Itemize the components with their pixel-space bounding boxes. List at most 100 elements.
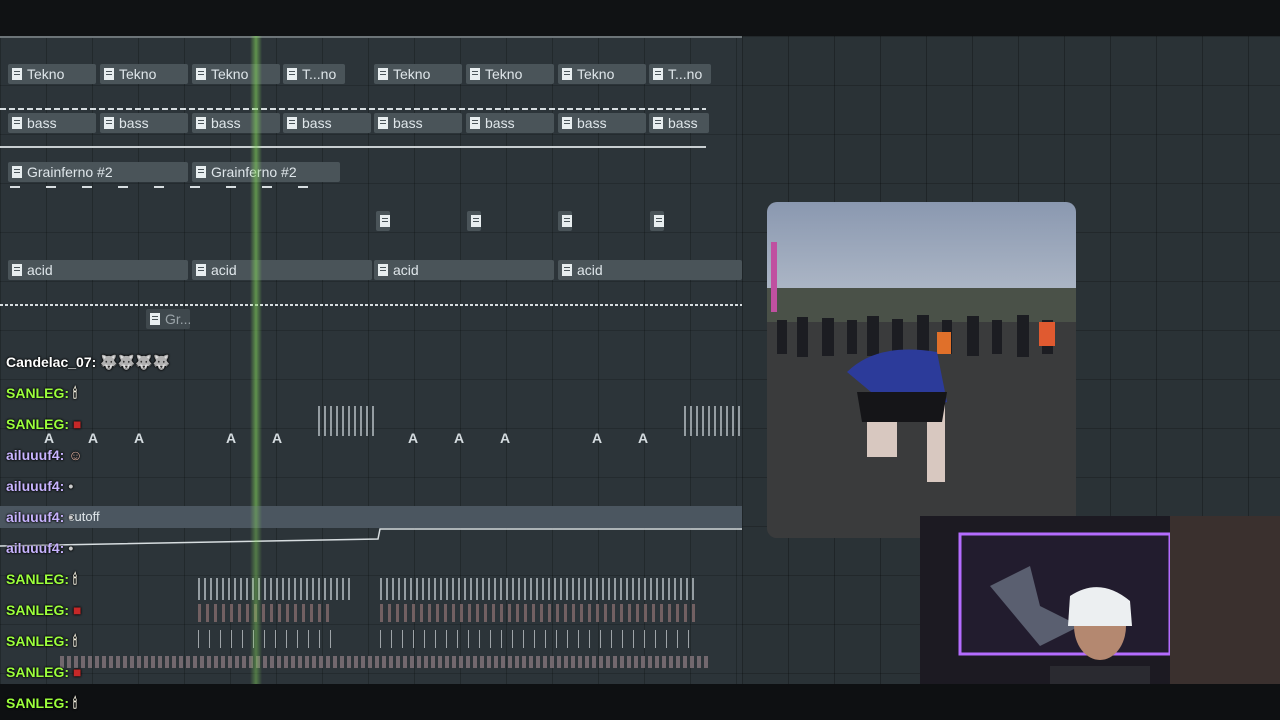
note-marker: A bbox=[408, 430, 419, 446]
clip-bass[interactable]: bass bbox=[283, 113, 371, 133]
clip-tekno[interactable]: Tekno bbox=[374, 64, 462, 84]
chat-username: SANLEG: bbox=[6, 695, 69, 711]
note-marker: A bbox=[272, 430, 283, 446]
red-icon: ■ bbox=[73, 416, 82, 432]
clip-waveform bbox=[0, 146, 706, 148]
chat-message: SANLEG: 🕯 bbox=[6, 695, 77, 712]
chat-message: SANLEG: ■ bbox=[6, 602, 81, 618]
clip-waveform bbox=[10, 186, 330, 188]
clip-tekno[interactable]: Tekno bbox=[100, 64, 188, 84]
clip-icon bbox=[150, 313, 160, 325]
clip-small[interactable] bbox=[376, 211, 390, 231]
clip-small[interactable] bbox=[467, 211, 481, 231]
note-pattern bbox=[380, 604, 698, 622]
clip-tekno[interactable]: Tekno bbox=[8, 64, 96, 84]
clip-grainferno[interactable]: Grainferno #2 bbox=[192, 162, 340, 182]
clip-icon bbox=[471, 215, 481, 227]
clip-icon bbox=[12, 264, 22, 276]
clip-small[interactable] bbox=[558, 211, 572, 231]
note-pattern bbox=[380, 630, 698, 648]
chat-username: Candelac_07: bbox=[6, 354, 97, 370]
clip-icon bbox=[196, 264, 206, 276]
clip-tekno[interactable]: Tekno bbox=[192, 64, 280, 84]
note-marker: A bbox=[592, 430, 603, 446]
face-icon: ☺ bbox=[68, 447, 83, 463]
clip-waveform bbox=[0, 108, 706, 110]
candle-icon: 🕯 bbox=[73, 633, 77, 649]
chat-username: SANLEG: bbox=[6, 602, 69, 618]
clip-icon bbox=[378, 264, 388, 276]
note-pattern bbox=[684, 406, 742, 436]
clip-icon bbox=[653, 68, 663, 80]
chat-message: ailuuuf4: • bbox=[6, 509, 73, 525]
clip-icon bbox=[12, 166, 22, 178]
clip-bass[interactable]: bass bbox=[374, 113, 462, 133]
clip-acid[interactable]: acid bbox=[8, 260, 188, 280]
top-bar bbox=[0, 0, 1280, 36]
small-icon: • bbox=[68, 509, 74, 525]
clip-icon bbox=[104, 68, 114, 80]
automation-clip[interactable]: cutoff bbox=[0, 506, 742, 528]
clip-bass[interactable]: bass bbox=[100, 113, 188, 133]
chat-username: ailuuuf4: bbox=[6, 540, 65, 556]
chat-username: SANLEG: bbox=[6, 633, 69, 649]
clip-gr[interactable]: Gr... bbox=[146, 309, 190, 329]
chat-message: Candelac_07: 🐺🐺🐺🐺 bbox=[6, 354, 170, 371]
note-marker: A bbox=[638, 430, 649, 446]
note-pattern bbox=[380, 578, 698, 600]
clip-small[interactable] bbox=[650, 211, 664, 231]
note-marker: A bbox=[44, 430, 55, 446]
video-overlay bbox=[767, 202, 1076, 538]
clip-icon bbox=[562, 264, 572, 276]
clip-icon bbox=[562, 117, 572, 129]
small-icon: • bbox=[68, 540, 74, 556]
clip-icon bbox=[196, 166, 206, 178]
chat-username: ailuuuf4: bbox=[6, 509, 65, 525]
clip-icon bbox=[470, 117, 480, 129]
chat-username: ailuuuf4: bbox=[6, 478, 65, 494]
chat-message: SANLEG: ■ bbox=[6, 664, 81, 680]
note-pattern bbox=[198, 630, 334, 648]
chat-message: SANLEG: 🕯 bbox=[6, 385, 77, 402]
red-icon: ■ bbox=[73, 602, 82, 618]
note-pattern bbox=[318, 406, 376, 436]
clip-tekno[interactable]: T...no bbox=[649, 64, 711, 84]
clip-tekno[interactable]: T...no bbox=[283, 64, 345, 84]
clip-bass[interactable]: bass bbox=[8, 113, 96, 133]
chat-username: SANLEG: bbox=[6, 416, 69, 432]
clip-acid[interactable]: acid bbox=[374, 260, 554, 280]
clip-bass[interactable]: bass bbox=[558, 113, 646, 133]
note-marker: A bbox=[454, 430, 465, 446]
chat-username: SANLEG: bbox=[6, 571, 69, 587]
clip-icon bbox=[12, 117, 22, 129]
clip-grainferno[interactable]: Grainferno #2 bbox=[8, 162, 188, 182]
clip-tekno[interactable]: Tekno bbox=[466, 64, 554, 84]
playhead[interactable] bbox=[250, 36, 262, 506]
playhead-lower bbox=[250, 506, 262, 684]
chat-username: SANLEG: bbox=[6, 664, 69, 680]
note-marker: A bbox=[500, 430, 511, 446]
chat-message: SANLEG: 🕯 bbox=[6, 633, 77, 650]
chat-message: ailuuuf4: • bbox=[6, 478, 73, 494]
note-pattern bbox=[60, 656, 708, 668]
clip-bass[interactable]: bass bbox=[192, 113, 280, 133]
clip-icon bbox=[12, 68, 22, 80]
clip-icon bbox=[562, 215, 572, 227]
note-pattern bbox=[198, 578, 354, 600]
clip-bass[interactable]: bass bbox=[649, 113, 709, 133]
clip-bass[interactable]: bass bbox=[466, 113, 554, 133]
chat-message: ailuuuf4: • bbox=[6, 540, 73, 556]
clip-icon bbox=[378, 117, 388, 129]
note-marker: A bbox=[134, 430, 145, 446]
candle-icon: 🕯 bbox=[73, 385, 77, 401]
small-icon: • bbox=[68, 478, 74, 494]
note-pattern bbox=[198, 604, 334, 622]
clip-icon bbox=[378, 68, 388, 80]
clip-icon bbox=[380, 215, 390, 227]
chat-username: ailuuuf4: bbox=[6, 447, 65, 463]
note-marker: A bbox=[226, 430, 237, 446]
clip-icon bbox=[562, 68, 572, 80]
clip-tekno[interactable]: Tekno bbox=[558, 64, 646, 84]
clip-acid[interactable]: acid bbox=[192, 260, 372, 280]
clip-acid[interactable]: acid bbox=[558, 260, 742, 280]
